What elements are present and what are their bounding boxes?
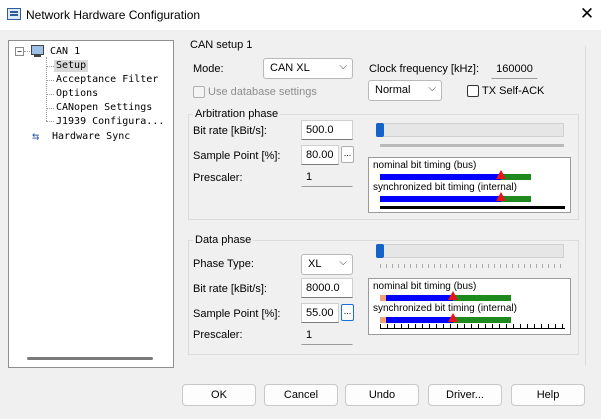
tree-connector — [46, 108, 54, 109]
data-prescaler-label: Prescaler: — [193, 329, 243, 341]
arb-sync-sample-marker — [496, 192, 506, 201]
arb-timeline — [380, 206, 565, 209]
arb-sync-seg1 — [380, 196, 501, 202]
horizontal-scrollbar[interactable] — [27, 357, 153, 360]
arb-slider-base — [380, 144, 564, 147]
data-phase-title: Data phase — [193, 234, 254, 246]
title-bar: Network Hardware Configuration ✕ — [0, 0, 601, 30]
data-sync-seg1 — [386, 317, 453, 323]
arb-sample-point-input[interactable]: 80.00 — [301, 145, 339, 165]
arb-nominal-sample-marker — [496, 170, 506, 179]
tree-item-j1939-configuration[interactable]: J1939 Configura... — [56, 116, 164, 128]
data-slider-thumb[interactable] — [376, 244, 384, 258]
tree-connector — [46, 80, 54, 81]
phase-type-value: XL — [308, 258, 322, 270]
data-sync-label: synchronized bit timing (internal) — [373, 303, 517, 314]
data-bitrate-input[interactable]: 8000.0 — [301, 278, 353, 298]
normal-value: Normal — [375, 84, 411, 96]
window-title: Network Hardware Configuration — [26, 8, 201, 22]
config-tree[interactable]: − CAN 1 Setup Acceptance Filter Options … — [8, 40, 174, 368]
driver-button[interactable]: Driver... — [428, 384, 502, 406]
mode-label: Mode: — [193, 63, 224, 75]
arb-sample-point-label: Sample Point [%]: — [193, 150, 281, 162]
chevron-down-icon: ⌵ — [428, 83, 436, 94]
tree-item-can1[interactable]: CAN 1 — [50, 46, 80, 58]
tree-item-options[interactable]: Options — [56, 88, 98, 100]
data-sample-point-input[interactable]: 55.00 — [301, 303, 339, 323]
tree-connector — [46, 121, 54, 122]
arb-sample-point-browse-button[interactable]: ... — [341, 146, 354, 163]
data-sample-point-browse-button[interactable]: ... — [341, 304, 354, 321]
arb-prescaler-value: 1 — [301, 167, 353, 187]
mode-select[interactable]: CAN XL ⌵ — [263, 58, 353, 79]
data-bitrate-label: Bit rate [kBit/s]: — [193, 283, 267, 295]
sync-icon: ⇆ — [32, 129, 40, 143]
clock-frequency-label: Clock frequency [kHz]: — [369, 63, 480, 75]
data-slider-ticks — [380, 264, 564, 268]
tree-connector — [46, 94, 54, 95]
data-prescaler-value: 1 — [301, 325, 353, 345]
arb-slider-thumb[interactable] — [376, 123, 384, 137]
tx-self-ack-label: TX Self-ACK — [482, 85, 545, 97]
tree-item-acceptance-filter[interactable]: Acceptance Filter — [56, 74, 158, 86]
chevron-down-icon: ⌵ — [339, 61, 347, 72]
data-nominal-seg1 — [386, 295, 453, 301]
arb-timing-diagram: nominal bit timing (bus) synchronized bi… — [368, 157, 571, 213]
ok-button[interactable]: OK — [182, 384, 256, 406]
tree-item-hardware-sync[interactable]: Hardware Sync — [52, 131, 130, 143]
data-sync-sample-marker — [448, 313, 458, 322]
arb-bitrate-label: Bit rate [kBit/s]: — [193, 125, 267, 137]
chevron-down-icon: ⌵ — [339, 257, 347, 268]
phase-type-select[interactable]: XL ⌵ — [301, 254, 353, 275]
tree-connector — [24, 51, 30, 52]
close-icon[interactable]: ✕ — [577, 3, 597, 25]
normal-select[interactable]: Normal ⌵ — [368, 80, 442, 101]
arb-nominal-label: nominal bit timing (bus) — [373, 160, 477, 171]
mode-value: CAN XL — [270, 62, 310, 74]
arb-bitrate-input[interactable]: 500.0 — [301, 120, 353, 140]
tree-item-canopen-settings[interactable]: CANopen Settings — [56, 102, 152, 114]
undo-button[interactable]: Undo — [345, 384, 419, 406]
tree-connector — [46, 66, 54, 67]
phase-type-label: Phase Type: — [193, 258, 254, 270]
tx-self-ack-checkbox[interactable] — [467, 85, 479, 97]
use-database-label: Use database settings — [208, 86, 317, 98]
collapse-icon[interactable]: − — [15, 47, 24, 56]
data-timeline — [380, 324, 565, 329]
arb-slider-track[interactable] — [376, 123, 564, 137]
data-sample-point-label: Sample Point [%]: — [193, 308, 281, 320]
data-nominal-seg2 — [453, 295, 511, 301]
data-nominal-sample-marker — [448, 291, 458, 300]
help-button[interactable]: Help — [511, 384, 585, 406]
arbitration-title: Arbitration phase — [193, 108, 281, 120]
arb-nominal-seg1 — [380, 174, 501, 180]
use-database-checkbox[interactable] — [193, 86, 205, 98]
tree-item-setup[interactable]: Setup — [54, 60, 89, 72]
computer-icon — [31, 45, 44, 57]
clock-frequency-value: 160000 — [491, 59, 538, 79]
data-sync-seg2 — [453, 317, 511, 323]
cancel-button[interactable]: Cancel — [264, 384, 338, 406]
network-icon — [7, 8, 21, 20]
data-slider-track[interactable] — [376, 244, 564, 258]
data-nominal-label: nominal bit timing (bus) — [373, 281, 477, 292]
arb-prescaler-label: Prescaler: — [193, 172, 243, 184]
data-timing-diagram: nominal bit timing (bus) synchronized bi… — [368, 278, 571, 335]
